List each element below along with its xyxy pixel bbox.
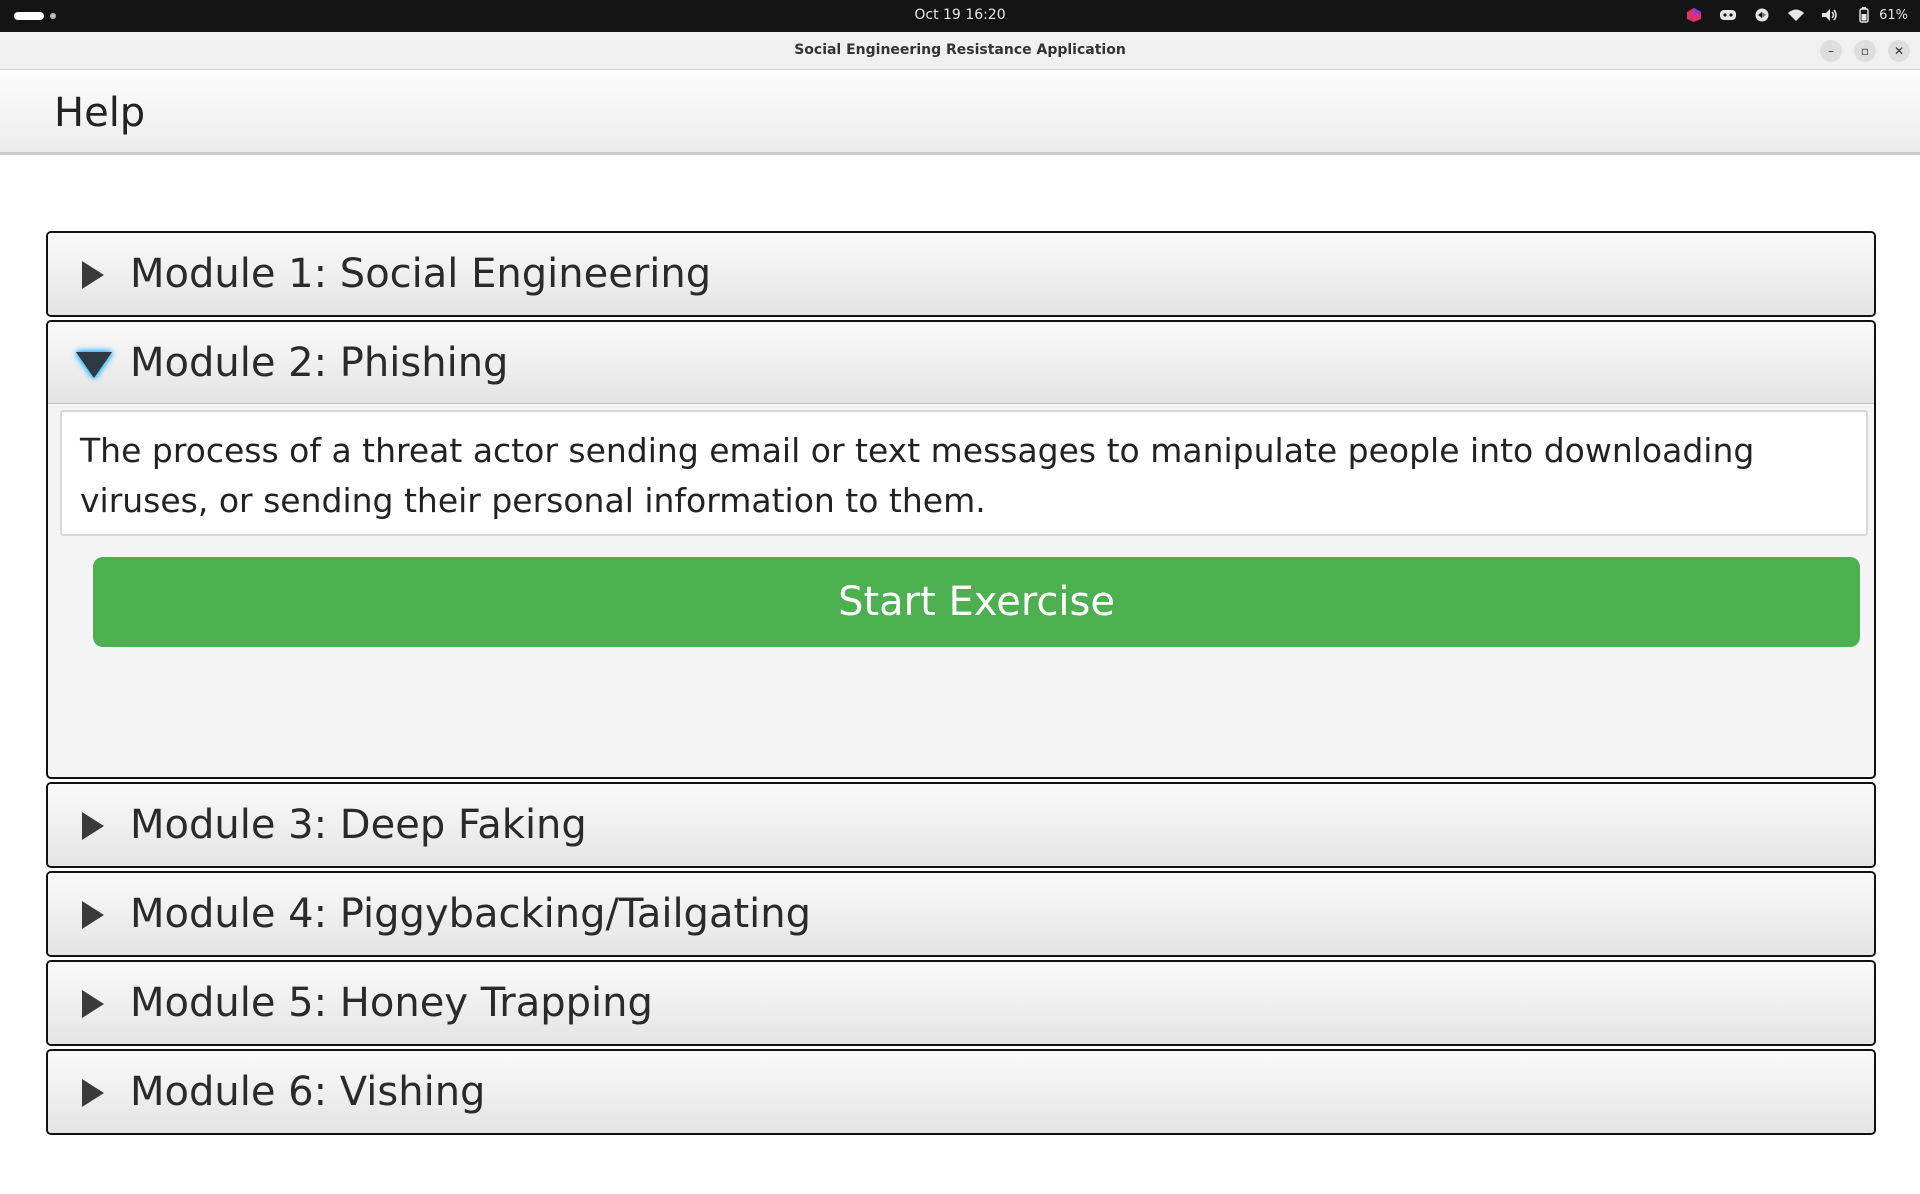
sync-icon[interactable]	[1753, 6, 1771, 24]
app-indicator-icon[interactable]	[1685, 6, 1703, 24]
clock[interactable]: Oct 19 16:20	[0, 7, 1920, 23]
window-title: Social Engineering Resistance Applicatio…	[794, 42, 1126, 58]
module-header-1[interactable]: Module 1: Social Engineering	[48, 233, 1874, 315]
collapse-arrow-icon	[76, 352, 112, 378]
expand-arrow-icon	[82, 901, 104, 929]
module-pane-4: Module 4: Piggybacking/Tailgating	[46, 871, 1876, 957]
wifi-icon[interactable]	[1787, 6, 1805, 24]
expand-arrow-icon	[82, 261, 104, 289]
battery-icon[interactable]	[1855, 6, 1873, 24]
page-header: Help	[0, 70, 1920, 155]
module-pane-5: Module 5: Honey Trapping	[46, 960, 1876, 1046]
maximize-button[interactable]: ▫	[1854, 40, 1876, 62]
window-controls: – ▫ ✕	[1820, 40, 1910, 62]
module-title: Module 4: Piggybacking/Tailgating	[130, 891, 811, 937]
battery-percentage: 61%	[1879, 7, 1908, 23]
module-description-box: The process of a threat actor sending em…	[60, 410, 1868, 536]
expand-arrow-icon	[82, 812, 104, 840]
expand-arrow-icon	[82, 990, 104, 1018]
module-description: The process of a threat actor sending em…	[80, 431, 1755, 520]
module-pane-2: Module 2: Phishing The process of a thre…	[46, 320, 1876, 779]
module-header-4[interactable]: Module 4: Piggybacking/Tailgating	[48, 873, 1874, 955]
module-pane-3: Module 3: Deep Faking	[46, 782, 1876, 868]
window-titlebar[interactable]: Social Engineering Resistance Applicatio…	[0, 32, 1920, 70]
module-header-6[interactable]: Module 6: Vishing	[48, 1051, 1874, 1133]
minimize-button[interactable]: –	[1820, 40, 1842, 62]
expand-arrow-icon	[82, 1079, 104, 1107]
module-header-5[interactable]: Module 5: Honey Trapping	[48, 962, 1874, 1044]
page-title: Help	[54, 90, 146, 136]
module-header-2[interactable]: Module 2: Phishing	[48, 322, 1874, 404]
modules-accordion: Module 1: Social Engineering Module 2: P…	[46, 231, 1880, 1138]
system-top-bar: Oct 19 16:20 61%	[0, 0, 1920, 32]
discord-icon[interactable]	[1719, 6, 1737, 24]
system-tray: 61%	[1685, 6, 1908, 24]
module-title: Module 1: Social Engineering	[130, 251, 712, 297]
module-pane-6: Module 6: Vishing	[46, 1049, 1876, 1135]
module-title: Module 2: Phishing	[130, 340, 509, 386]
module-header-3[interactable]: Module 3: Deep Faking	[48, 784, 1874, 866]
module-pane-1: Module 1: Social Engineering	[46, 231, 1876, 317]
close-button[interactable]: ✕	[1888, 40, 1910, 62]
volume-icon[interactable]	[1821, 6, 1839, 24]
module-title: Module 5: Honey Trapping	[130, 980, 653, 1026]
module-title: Module 6: Vishing	[130, 1069, 486, 1115]
module-body-2: The process of a threat actor sending em…	[48, 404, 1874, 777]
start-exercise-button[interactable]: Start Exercise	[93, 557, 1860, 647]
module-title: Module 3: Deep Faking	[130, 802, 587, 848]
